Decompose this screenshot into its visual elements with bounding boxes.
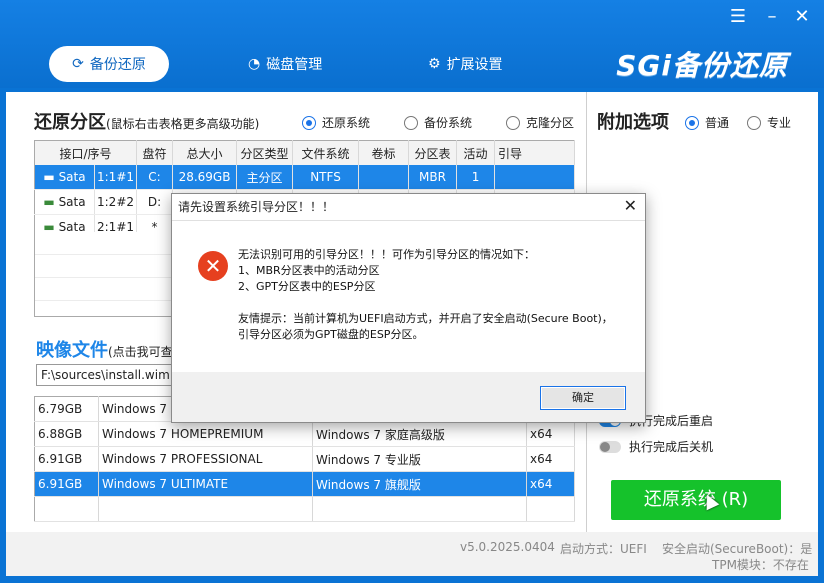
radio-restore-system[interactable]: 还原系统 [302, 114, 370, 131]
dialog-footer: 确定 [172, 372, 645, 422]
dialog-message-line: 友情提示：当前计算机为UEFI启动方式，并开启了安全启动(Secure Boot… [238, 312, 613, 325]
table-header: 接口/序号 盘符 总大小 分区类型 文件系统 卷标 分区表 活动 引导 [34, 140, 576, 165]
col-header[interactable]: 分区类型 [236, 140, 294, 165]
title-bar: ☰ – ✕ ⟳ 备份还原 ◔ 磁盘管理 ⚙ 扩展设置 SGi备份还原 [0, 0, 824, 88]
table-row[interactable]: ▬ Sata 1:1#1 C: 28.69GB 主分区 NTFS MBR 1 [34, 165, 576, 190]
col-header[interactable]: 卷标 [358, 140, 410, 165]
disk-icon: ▬ [43, 195, 55, 209]
status-bar: v5.0.2025.0404 启动方式：UEFI 安全启动(SecureBoot… [6, 532, 818, 576]
col-header[interactable]: 总大小 [172, 140, 238, 165]
radio-normal[interactable]: 普通 [685, 114, 729, 131]
ok-button[interactable]: 确定 [540, 386, 626, 410]
col-header[interactable]: 分区表 [408, 140, 458, 165]
boot-mode-label: 启动方式：UEFI [560, 542, 647, 556]
radio-dot [302, 115, 316, 130]
close-button[interactable]: ✕ [790, 8, 814, 26]
image-file-title[interactable]: 映像文件(点击我可查 [36, 336, 173, 362]
secure-boot-label: 安全启动(SecureBoot)：是 [662, 542, 813, 556]
toggle-shutdown-after[interactable]: 执行完成后关机 [599, 438, 713, 455]
dialog-message-line: 引导分区必须为GPT磁盘的ESP分区。 [238, 328, 424, 341]
refresh-icon: ⟳ [72, 56, 84, 72]
toggle-switch[interactable] [599, 440, 621, 453]
dialog-body: ✕ 无法识别可用的引导分区！！！可作为引导分区的情况如下： 1、MBR分区表中的… [172, 221, 645, 371]
col-header[interactable]: 文件系统 [292, 140, 360, 165]
tab-backup-restore[interactable]: ⟳ 备份还原 [49, 46, 169, 82]
disk-icon: ▬ [43, 170, 55, 184]
col-header[interactable]: 引导 [494, 140, 576, 165]
radio-professional[interactable]: 专业 [747, 114, 791, 131]
version-label: v5.0.2025.0404 [460, 540, 555, 554]
col-header[interactable]: 接口/序号 [34, 140, 138, 165]
radio-clone-partition[interactable]: 克隆分区 [506, 114, 574, 131]
extra-options-title: 附加选项 [597, 112, 669, 133]
brand-logo: SGi备份还原 [616, 49, 788, 82]
app-window: ☰ – ✕ ⟳ 备份还原 ◔ 磁盘管理 ⚙ 扩展设置 SGi备份还原 还原分区(… [0, 0, 824, 583]
restore-system-button[interactable]: 还原系统 (R) [611, 480, 781, 520]
col-header[interactable]: 盘符 [136, 140, 174, 165]
dialog-message-line: 2、GPT分区表中的ESP分区 [238, 280, 376, 293]
restore-partition-title: 还原分区(鼠标右击表格更多高级功能) [34, 112, 260, 133]
minimize-button[interactable]: – [760, 8, 784, 26]
radio-dot [685, 115, 699, 130]
pie-chart-icon: ◔ [248, 56, 261, 72]
close-icon[interactable]: ✕ [624, 196, 637, 215]
dialog-message-line: 无法识别可用的引导分区！！！可作为引导分区的情况如下： [238, 248, 535, 261]
radio-dot [747, 115, 761, 130]
radio-dot [404, 115, 418, 130]
col-header[interactable]: 活动 [456, 140, 496, 165]
gear-icon: ⚙ [428, 56, 441, 72]
tab-disk-management[interactable]: ◔ 磁盘管理 [248, 46, 322, 82]
dialog-title: 请先设置系统引导分区！！！ [172, 194, 645, 221]
table-row[interactable]: 6.91GB Windows 7 PROFESSIONAL Windows 7 … [34, 446, 575, 472]
tpm-label: TPM模块：不存在 [712, 558, 809, 572]
table-row[interactable]: 6.91GB Windows 7 ULTIMATE Windows 7 旗舰版 … [34, 471, 575, 497]
dialog-message-line: 1、MBR分区表中的活动分区 [238, 264, 380, 277]
table-row[interactable]: 6.88GB Windows 7 HOMEPREMIUM Windows 7 家… [34, 421, 575, 447]
tab-extension-settings[interactable]: ⚙ 扩展设置 [428, 46, 503, 82]
boot-partition-dialog: 请先设置系统引导分区！！！ ✕ ✕ 无法识别可用的引导分区！！！可作为引导分区的… [171, 193, 646, 423]
error-icon: ✕ [198, 251, 228, 281]
menu-icon[interactable]: ☰ [726, 8, 750, 26]
radio-backup-system[interactable]: 备份系统 [404, 114, 472, 131]
radio-dot [506, 115, 520, 130]
table-row[interactable] [34, 496, 575, 522]
